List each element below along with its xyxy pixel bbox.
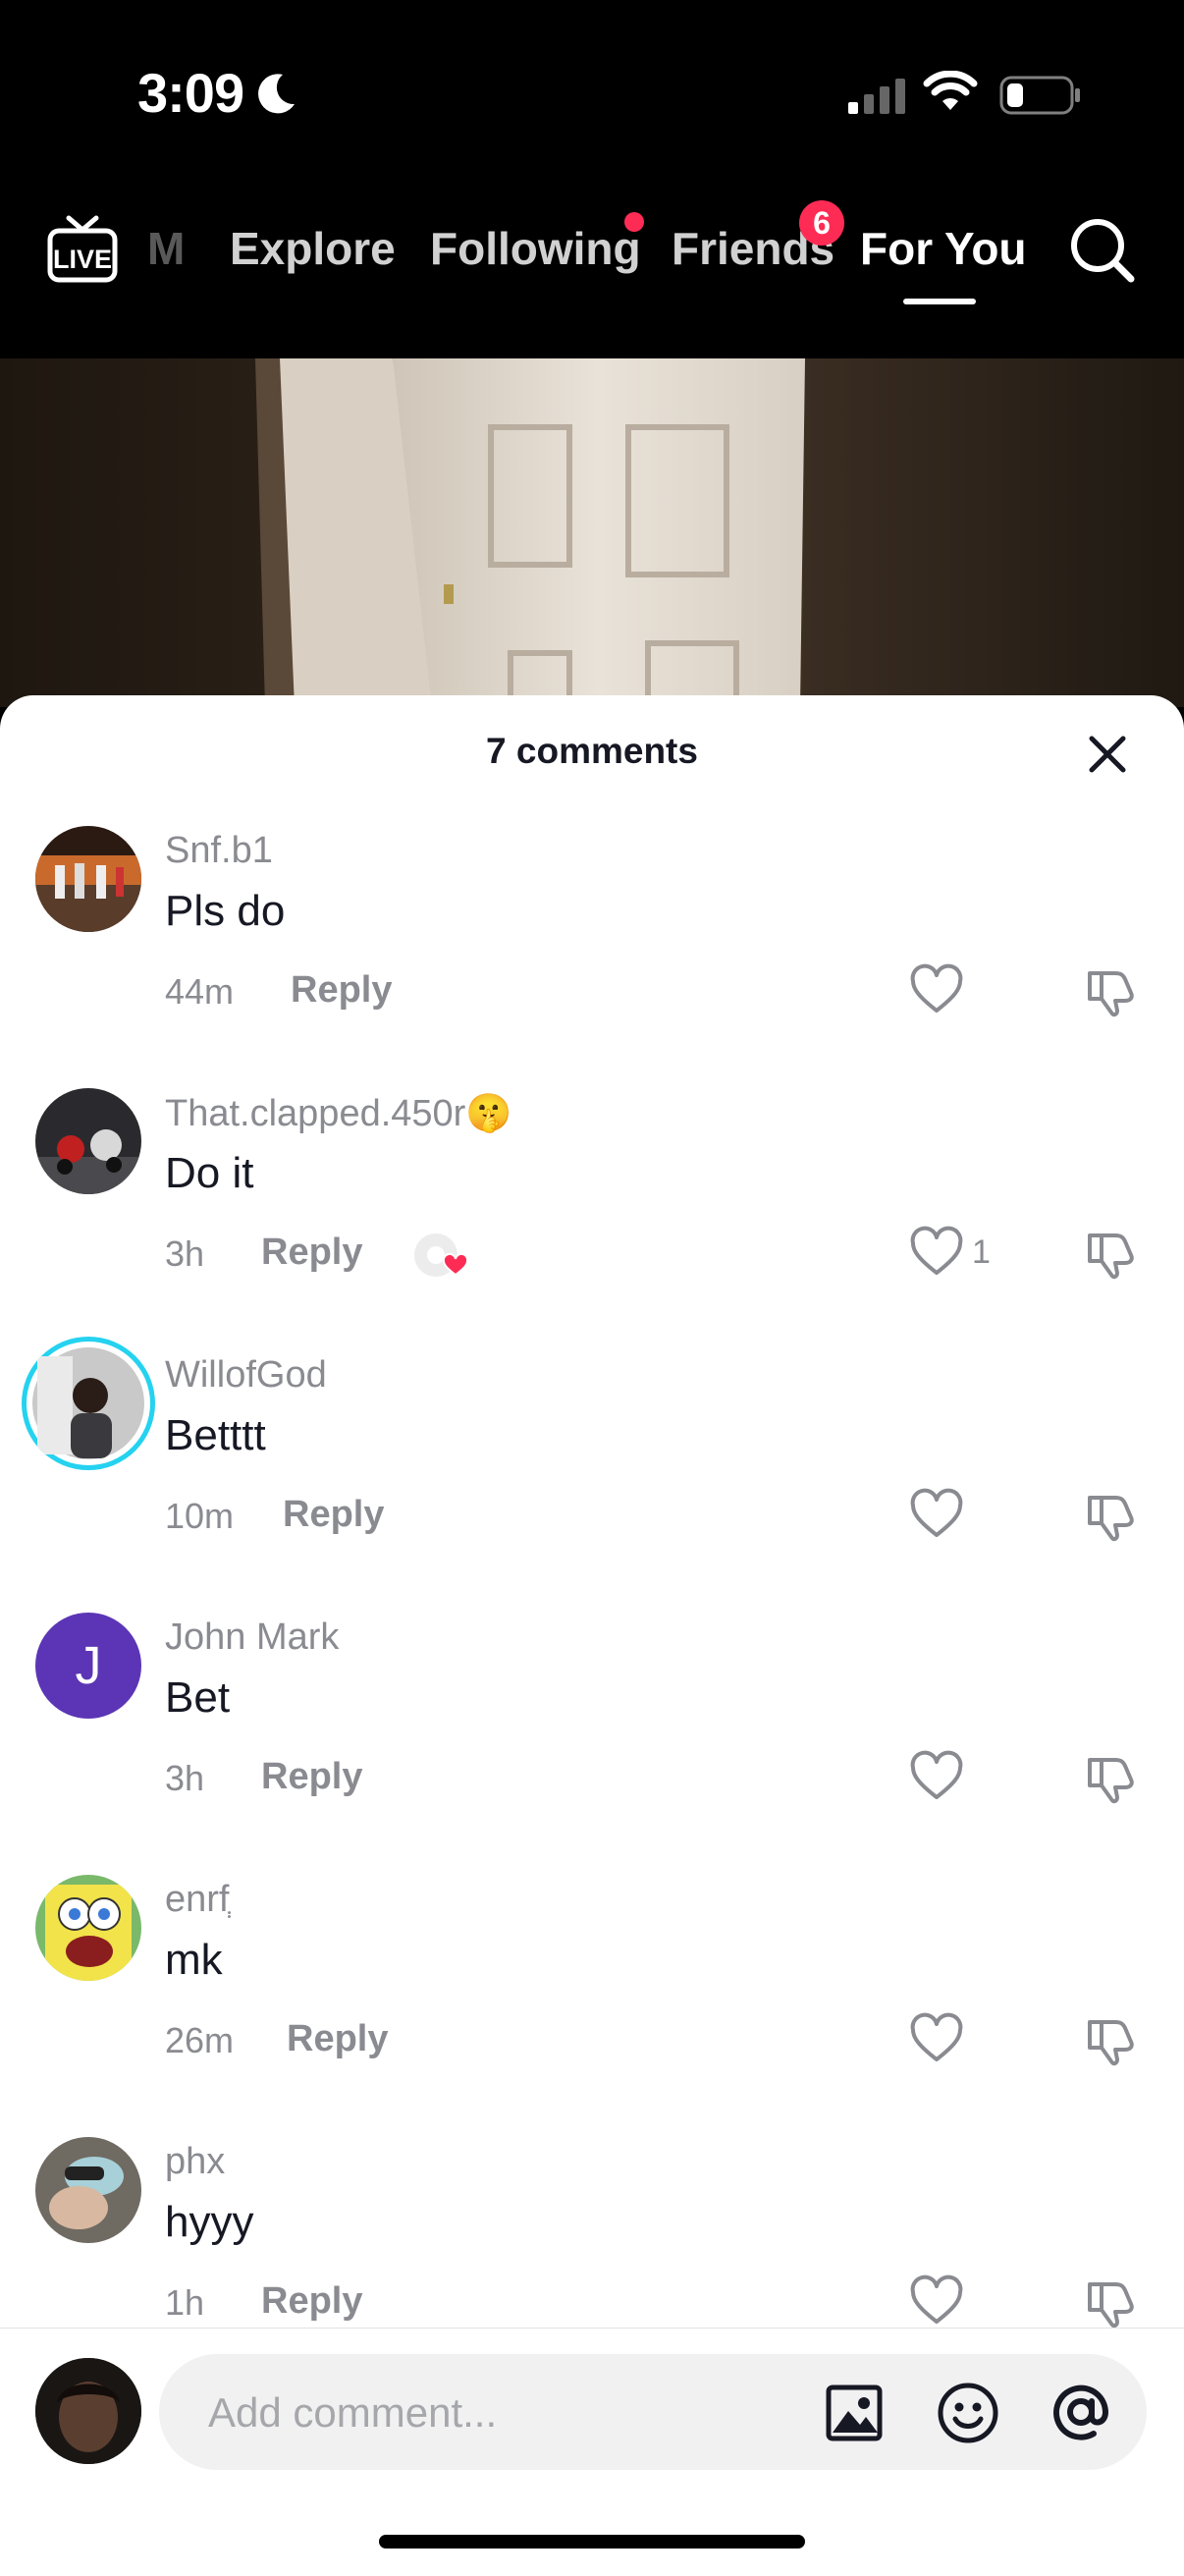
comments-count-title: 7 comments	[486, 731, 698, 771]
dislike-icon[interactable]	[1084, 1750, 1139, 1805]
heart-icon[interactable]	[909, 2012, 964, 2067]
reply-button[interactable]: Reply	[291, 969, 392, 1012]
search-icon[interactable]	[1068, 216, 1137, 285]
avatar[interactable]	[35, 826, 141, 932]
comment-input-container	[159, 2354, 1147, 2472]
dislike-icon[interactable]	[1084, 2012, 1139, 2067]
comment-username[interactable]: phx	[165, 2141, 225, 2183]
reply-button[interactable]: Reply	[287, 2018, 388, 2060]
video-frame-image	[0, 358, 1184, 707]
at-icon[interactable]	[1049, 2380, 1113, 2444]
heart-icon[interactable]	[909, 1750, 964, 1805]
dislike-icon[interactable]	[1084, 1226, 1139, 1281]
comment-text: mk	[165, 1936, 223, 1984]
active-tab-indicator	[903, 299, 976, 304]
live-label: LIVE	[53, 245, 112, 274]
heart-icon[interactable]	[909, 963, 964, 1018]
close-icon[interactable]	[1084, 731, 1131, 778]
comment-item: enrfְ mk 26m Reply	[0, 1875, 1184, 2137]
comment-time: 3h	[165, 1233, 205, 1274]
top-navigation: LIVE M Explore Following Friends 6 For Y…	[0, 187, 1184, 358]
avatar-letter[interactable]: J	[35, 1613, 141, 1719]
avatar[interactable]	[35, 1088, 141, 1194]
comment-item: WillofGod Betttt 10m Reply	[0, 1337, 1184, 1613]
comment-time: 10m	[165, 1496, 235, 1536]
battery-icon	[999, 76, 1080, 115]
heart-icon[interactable]	[909, 1226, 964, 1281]
comment-username[interactable]: WillofGod	[165, 1354, 327, 1397]
signal-icon	[848, 79, 905, 114]
comment-username[interactable]: That.clapped.450r🤫	[165, 1092, 512, 1135]
dislike-icon[interactable]	[1084, 2275, 1139, 2329]
comment-time: 26m	[165, 2020, 235, 2060]
avatar[interactable]	[35, 1875, 141, 1981]
comment-username[interactable]: Snf.b1	[165, 830, 273, 872]
live-icon[interactable]: LIVE	[47, 214, 118, 285]
comment-text: Betttt	[165, 1411, 266, 1459]
like-count: 1	[972, 1233, 991, 1271]
status-time: 3:09	[137, 62, 244, 124]
comments-sheet: 7 comments Snf.b1 Pls do 44m Reply That.…	[0, 695, 1184, 2575]
tab-for-you[interactable]: For You	[860, 222, 1027, 275]
dislike-icon[interactable]	[1084, 1488, 1139, 1543]
emoji-icon[interactable]	[937, 2382, 999, 2444]
creator-liked-icon	[414, 1233, 469, 1277]
comment-item: J John Mark Bet 3h Reply	[0, 1613, 1184, 1875]
image-icon[interactable]	[825, 2384, 884, 2442]
comment-text: Bet	[165, 1673, 231, 1722]
comment-username[interactable]: John Mark	[165, 1617, 339, 1659]
dislike-icon[interactable]	[1084, 963, 1139, 1018]
comment-input-bar	[0, 2328, 1184, 2576]
moon-icon	[258, 74, 295, 114]
reply-button[interactable]: Reply	[261, 1756, 362, 1798]
avatar-with-story-ring[interactable]	[22, 1337, 155, 1470]
home-indicator[interactable]	[379, 2535, 805, 2549]
video-preview[interactable]	[0, 358, 1184, 707]
comment-text: hyyy	[165, 2198, 254, 2246]
comment-text: Pls do	[165, 887, 286, 935]
reply-button[interactable]: Reply	[283, 1494, 384, 1536]
heart-icon[interactable]	[909, 1488, 964, 1543]
comment-time: 44m	[165, 971, 235, 1012]
comment-item: That.clapped.450r🤫 Do it 3h Reply 1	[0, 1088, 1184, 1350]
tab-following[interactable]: Following	[430, 222, 641, 275]
tab-m[interactable]: M	[147, 222, 185, 275]
comment-time: 1h	[165, 2282, 205, 2323]
wifi-icon	[923, 71, 978, 110]
heart-icon[interactable]	[909, 2275, 964, 2329]
my-avatar	[35, 2358, 141, 2464]
comment-item: Snf.b1 Pls do 44m Reply	[0, 826, 1184, 1088]
tab-explore[interactable]: Explore	[230, 222, 396, 275]
friends-badge: 6	[799, 200, 844, 246]
comment-text: Do it	[165, 1149, 254, 1197]
following-new-dot	[624, 212, 644, 232]
avatar[interactable]	[35, 2137, 141, 2243]
reply-button[interactable]: Reply	[261, 1232, 362, 1274]
comment-time: 3h	[165, 1758, 205, 1798]
comment-username[interactable]: enrfְ	[165, 1879, 229, 1921]
status-bar: 3:09	[0, 0, 1184, 187]
add-comment-input[interactable]	[206, 2354, 799, 2472]
reply-button[interactable]: Reply	[261, 2280, 362, 2323]
